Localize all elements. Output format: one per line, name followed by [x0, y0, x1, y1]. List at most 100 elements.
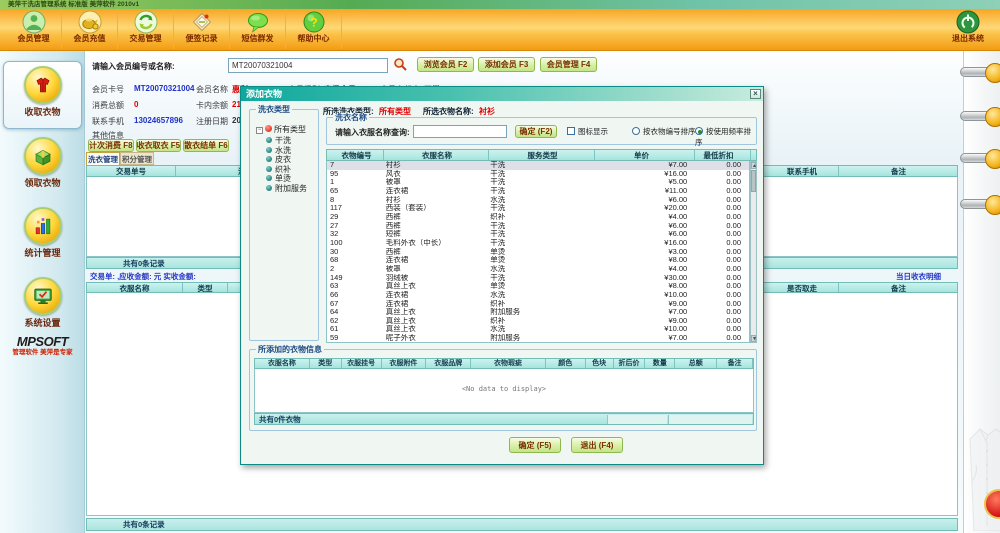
table-row[interactable]: 61真丝上衣水洗¥10.000.00	[327, 325, 749, 334]
sidebar-item-receive-clothes[interactable]: 收取衣物	[3, 61, 82, 129]
column-header[interactable]: 衣服挂号	[342, 359, 382, 368]
exit-system-button[interactable]: 退出系统	[946, 10, 990, 44]
query-confirm-button[interactable]: 确定 (F2)	[515, 125, 557, 138]
table-row[interactable]: 30西裤单烫¥3.000.00	[327, 248, 749, 257]
sidebar-item-system-settings[interactable]: 系统设置	[3, 273, 82, 339]
column-header[interactable]: 总额	[675, 359, 717, 368]
added-table-body[interactable]: <No data to display>	[254, 369, 754, 413]
column-header[interactable]: 色块	[586, 359, 614, 368]
toolbar-transaction-management[interactable]: 交易管理	[118, 9, 174, 49]
tree-item[interactable]: 单烫	[266, 174, 307, 184]
column-header[interactable]: 衣物瑕疵	[471, 359, 546, 368]
logo-brand-text: MPSOFT	[17, 334, 68, 349]
table-row[interactable]: 95风衣干洗¥16.000.00	[327, 170, 749, 179]
toolbar-note-record[interactable]: 便签记录	[174, 9, 230, 49]
tree-item[interactable]: 水洗	[266, 146, 307, 156]
table-row[interactable]: 63真丝上衣单烫¥8.000.00	[327, 282, 749, 291]
scrollbar-thumb[interactable]	[751, 170, 756, 192]
column-header[interactable]: 衣服名称	[255, 359, 310, 368]
action-button[interactable]: 散衣结单 F6	[183, 139, 229, 152]
close-icon[interactable]: ×	[750, 89, 761, 99]
column-header[interactable]: 数量	[645, 359, 675, 368]
table-row[interactable]: 66连衣裙水洗¥10.000.00	[327, 291, 749, 300]
column-header[interactable]: 衣服品牌	[426, 359, 471, 368]
table-row[interactable]: 32短裤干洗¥6.000.00	[327, 230, 749, 239]
tab-points-management[interactable]: 积分管理	[120, 152, 154, 165]
table-row[interactable]: 27西裤干洗¥6.000.00	[327, 222, 749, 231]
column-header[interactable]: 颜色	[546, 359, 586, 368]
table-cell: 真丝上衣	[384, 325, 488, 334]
tree-item[interactable]: 皮衣	[266, 155, 307, 165]
toolbar-sms-broadcast[interactable]: 短信群发	[230, 9, 286, 49]
table-row[interactable]: 65连衣裙干洗¥11.000.00	[327, 187, 749, 196]
tree-item[interactable]: 织补	[266, 165, 307, 175]
column-header[interactable]: 备注	[717, 359, 753, 368]
table-row[interactable]: 64真丝上衣附加服务¥7.000.00	[327, 308, 749, 317]
vertical-scrollbar[interactable]: ▲ ▼	[750, 161, 757, 343]
items-status-bar: 共有0条记录	[86, 518, 958, 531]
tree-root-all-types[interactable]: −所有类型	[256, 124, 306, 135]
sidebar-item-fetch-clothes[interactable]: 领取衣物	[3, 133, 82, 199]
column-header[interactable]: 类型	[310, 359, 342, 368]
member-management-button[interactable]: 会员管理 F4	[540, 57, 597, 72]
table-row[interactable]: 117西装（套装）干洗¥20.000.00	[327, 204, 749, 213]
column-header[interactable]: 类型	[183, 283, 228, 292]
table-row[interactable]: 100毛料外衣（中长）干洗¥16.000.00	[327, 239, 749, 248]
sort-by-code-option[interactable]: 按衣物编号排序	[632, 126, 696, 137]
column-header[interactable]: 服务类型	[489, 150, 595, 160]
sort-by-frequency-option[interactable]: 按使用频率排序	[695, 126, 756, 148]
table-row[interactable]: 62真丝上衣织补¥9.000.00	[327, 317, 749, 326]
add-clothing-dialog: 添加衣物 × 洗衣类型 −所有类型 干洗水洗皮衣织补单烫附加服务 所选洗衣类型:…	[240, 86, 764, 465]
toolbar-help-center[interactable]: ? 帮助中心	[286, 9, 342, 49]
sidebar-item-statistics[interactable]: 统计管理	[3, 203, 82, 269]
action-button[interactable]: 收衣取衣 F5	[136, 139, 182, 152]
column-header[interactable]: 衣服附件	[382, 359, 427, 368]
search-icon[interactable]	[393, 57, 407, 71]
table-row[interactable]: 68连衣裙单烫¥8.000.00	[327, 256, 749, 265]
member-search-input[interactable]	[228, 58, 388, 73]
column-header[interactable]: 衣物编号	[327, 150, 384, 160]
table-row[interactable]: 59呢子外衣附加服务¥7.000.00	[327, 334, 749, 343]
column-header[interactable]: 交易单号	[87, 166, 176, 176]
table-cell: ¥8.00	[594, 282, 694, 291]
table-cell: 29	[327, 213, 384, 222]
add-member-button[interactable]: 添加会员 F3	[478, 57, 535, 72]
table-row[interactable]: 29西裤织补¥4.000.00	[327, 213, 749, 222]
tree-expander-icon[interactable]: −	[256, 127, 263, 134]
dialog-ok-button[interactable]: 确定 (F5)	[509, 437, 561, 453]
table-row[interactable]: 149羽绒被干洗¥30.000.00	[327, 274, 749, 283]
radio-selected-icon[interactable]	[695, 127, 703, 135]
radio-icon[interactable]	[632, 127, 640, 135]
table-row[interactable]: 2被罩水洗¥4.000.00	[327, 265, 749, 274]
checkbox-icon[interactable]	[567, 127, 575, 135]
toolbar-member-recharge[interactable]: 会员充值	[62, 9, 118, 49]
wash-type-group-label: 洗衣类型	[256, 105, 292, 114]
column-header[interactable]: 备注	[839, 283, 958, 292]
column-header[interactable]: 联系手机	[766, 166, 839, 176]
icon-view-option[interactable]: 图标显示	[567, 126, 608, 137]
dialog-exit-button[interactable]: 退出 (F4)	[571, 437, 623, 453]
clothes-query-input[interactable]	[413, 125, 507, 138]
browse-member-button[interactable]: 浏览会员 F2	[417, 57, 474, 72]
column-header[interactable]: 备注	[839, 166, 958, 176]
today-received-link[interactable]: 当日收衣明细	[896, 271, 941, 282]
scroll-down-icon[interactable]: ▼	[751, 335, 756, 342]
table-cell: 织补	[488, 213, 593, 222]
table-row[interactable]: 7衬衫干洗¥7.000.00	[327, 161, 749, 170]
column-header[interactable]: 最低折扣	[695, 150, 751, 160]
table-row[interactable]: 8衬衫水洗¥6.000.00	[327, 196, 749, 205]
toolbar-member-management[interactable]: 会员管理	[6, 9, 62, 49]
column-header[interactable]: 折后价	[614, 359, 646, 368]
tree-item[interactable]: 干洗	[266, 136, 307, 146]
scroll-up-icon[interactable]: ▲	[751, 162, 756, 169]
column-header[interactable]: 是否取走	[766, 283, 839, 292]
table-cell: 西裤	[384, 222, 488, 231]
table-row[interactable]: 1被罩干洗¥5.000.00	[327, 178, 749, 187]
column-header[interactable]: 衣服名称	[384, 150, 489, 160]
column-header[interactable]: 衣服名称	[87, 283, 183, 292]
tree-item[interactable]: 附加服务	[266, 184, 307, 194]
action-button[interactable]: 计次消费 F8	[88, 139, 134, 152]
tab-laundry-management[interactable]: 洗衣管理	[86, 152, 120, 165]
table-row[interactable]: 67连衣裙织补¥9.000.00	[327, 300, 749, 309]
column-header[interactable]: 单价	[595, 150, 695, 160]
